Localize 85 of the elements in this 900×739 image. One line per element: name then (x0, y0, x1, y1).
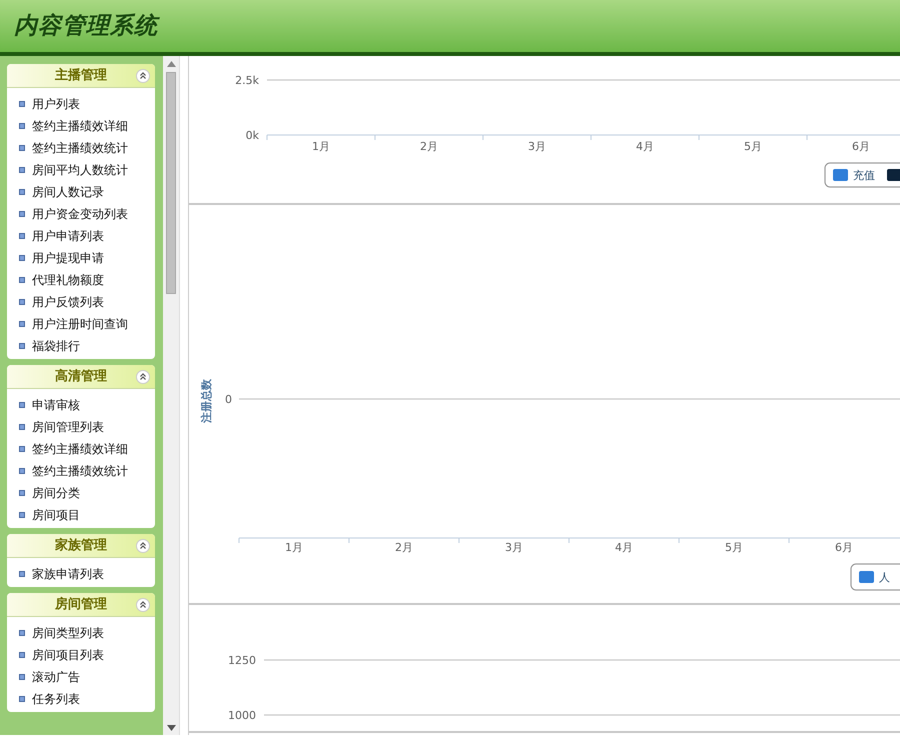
menu-link[interactable]: 房间分类 (32, 484, 80, 502)
bullet-icon (19, 123, 25, 129)
app-title: 内容管理系统 (14, 12, 158, 41)
legend-label[interactable]: 人 (879, 571, 890, 584)
bullet-icon (19, 189, 25, 195)
bullet-icon (19, 321, 25, 327)
panel-header[interactable]: 高清管理 (7, 365, 155, 389)
legend-swatch[interactable] (887, 169, 900, 181)
menu-link[interactable]: 申请审核 (32, 396, 80, 414)
menu-link[interactable]: 房间项目列表 (32, 646, 104, 664)
collapse-icon[interactable] (136, 539, 150, 553)
bullet-icon (19, 490, 25, 496)
menu-link[interactable]: 用户列表 (32, 95, 80, 113)
bullet-icon (19, 468, 25, 474)
x-tick-label: 5月 (725, 541, 743, 554)
bullet-icon (19, 233, 25, 239)
bullet-icon (19, 101, 25, 107)
menu-link[interactable]: 用户注册时间查询 (32, 315, 128, 333)
x-tick-label: 4月 (636, 140, 654, 153)
menu-link[interactable]: 福袋排行 (32, 337, 80, 355)
collapse-icon[interactable] (136, 370, 150, 384)
x-tick-label: 6月 (852, 140, 870, 153)
scroll-up-icon[interactable] (167, 61, 176, 67)
x-tick-label: 1月 (312, 140, 330, 153)
collapse-icon[interactable] (136, 69, 150, 83)
legend-swatch[interactable] (833, 169, 848, 181)
x-tick-label: 2月 (420, 140, 438, 153)
panel-title: 房间管理 (55, 596, 107, 614)
panel-title: 高清管理 (55, 368, 107, 386)
menu-link[interactable]: 滚动广告 (32, 668, 80, 686)
panel-title: 主播管理 (55, 66, 107, 85)
x-tick-label: 2月 (395, 541, 413, 554)
menu-link[interactable]: 房间人数记录 (32, 183, 104, 201)
y-tick-label: 1000 (228, 709, 256, 722)
bullet-icon (19, 630, 25, 636)
y-tick-label: 2.5k (235, 74, 259, 87)
x-tick-label: 5月 (744, 140, 762, 153)
bullet-icon (19, 446, 25, 452)
y-tick-label: 1250 (228, 654, 256, 667)
x-tick-label: 1月 (285, 541, 303, 554)
menu-link[interactable]: 签约主播绩效详细 (32, 117, 128, 135)
menu-link[interactable]: 房间平均人数统计 (32, 161, 128, 179)
panel-header[interactable]: 家族管理 (7, 534, 155, 558)
panel-header[interactable]: 主播管理 (7, 64, 155, 88)
scroll-down-icon[interactable] (167, 725, 176, 731)
menu-link[interactable]: 用户申请列表 (32, 227, 104, 245)
collapse-icon[interactable] (136, 598, 150, 612)
menu-link[interactable]: 签约主播绩效统计 (32, 462, 128, 480)
x-tick-label: 4月 (615, 541, 633, 554)
menu-link[interactable]: 签约主播绩效统计 (32, 139, 128, 157)
bullet-icon (19, 255, 25, 261)
menu-link[interactable]: 用户反馈列表 (32, 293, 104, 311)
menu-link[interactable]: 签约主播绩效详细 (32, 440, 128, 458)
bullet-icon (19, 696, 25, 702)
bullet-icon (19, 652, 25, 658)
scrollbar-thumb[interactable] (166, 72, 176, 294)
x-tick-label: 3月 (528, 140, 546, 153)
bullet-icon (19, 512, 25, 518)
bullet-icon (19, 424, 25, 430)
menu-link[interactable]: 房间项目 (32, 506, 80, 524)
x-tick-label: 6月 (835, 541, 853, 554)
bullet-icon (19, 299, 25, 305)
y-axis-title: 注册总数 (200, 379, 213, 423)
bullet-icon (19, 211, 25, 217)
bullet-icon (19, 402, 25, 408)
bullet-icon (19, 343, 25, 349)
bullet-icon (19, 167, 25, 173)
menu-link[interactable]: 用户资金变动列表 (32, 205, 128, 223)
menu-link[interactable]: 任务列表 (32, 690, 80, 708)
y-tick-label: 0k (246, 129, 259, 142)
menu-link[interactable]: 家族申请列表 (32, 565, 104, 583)
bullet-icon (19, 145, 25, 151)
bullet-icon (19, 571, 25, 577)
panel-header[interactable]: 房间管理 (7, 593, 155, 617)
bullet-icon (19, 277, 25, 283)
menu-link[interactable]: 房间类型列表 (32, 624, 104, 642)
menu-link[interactable]: 代理礼物额度 (32, 271, 104, 289)
y-tick-label: 0 (225, 393, 232, 406)
legend-label[interactable]: 充值 (853, 169, 875, 182)
legend-swatch[interactable] (859, 571, 874, 583)
panel-title: 家族管理 (55, 536, 107, 555)
bullet-icon (19, 674, 25, 680)
x-tick-label: 3月 (505, 541, 523, 554)
menu-link[interactable]: 用户提现申请 (32, 249, 104, 267)
menu-link[interactable]: 房间管理列表 (32, 418, 104, 436)
